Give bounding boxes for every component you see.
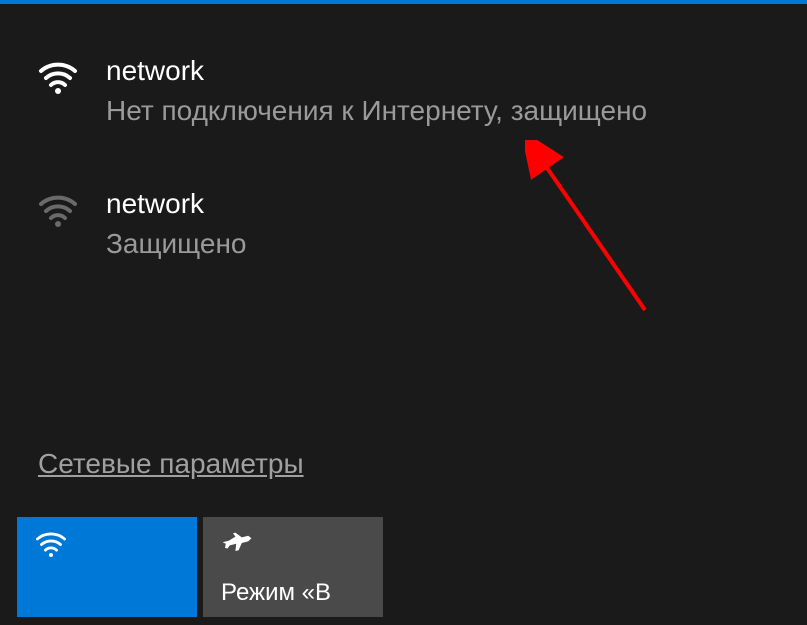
airplane-mode-tile[interactable]: Режим «В [203, 517, 383, 617]
network-list: network Нет подключения к Интернету, защ… [0, 4, 807, 260]
quick-action-tiles: Режим «В [17, 517, 383, 617]
network-name: network [106, 187, 247, 221]
network-status: Нет подключения к Интернету, защищено [106, 94, 647, 128]
network-info: network Защищено [106, 187, 247, 260]
network-item-available[interactable]: network Защищено [38, 187, 807, 260]
network-item-connected[interactable]: network Нет подключения к Интернету, защ… [38, 54, 807, 127]
wifi-tile[interactable] [17, 517, 197, 617]
wifi-icon [38, 58, 78, 98]
network-name: network [106, 54, 647, 88]
tile-label: Режим «В [221, 579, 365, 607]
airplane-icon [221, 531, 253, 559]
network-status: Защищено [106, 227, 247, 261]
wifi-icon [35, 531, 67, 559]
network-info: network Нет подключения к Интернету, защ… [106, 54, 647, 127]
wifi-icon [38, 191, 78, 231]
network-settings-link[interactable]: Сетевые параметры [38, 448, 304, 480]
